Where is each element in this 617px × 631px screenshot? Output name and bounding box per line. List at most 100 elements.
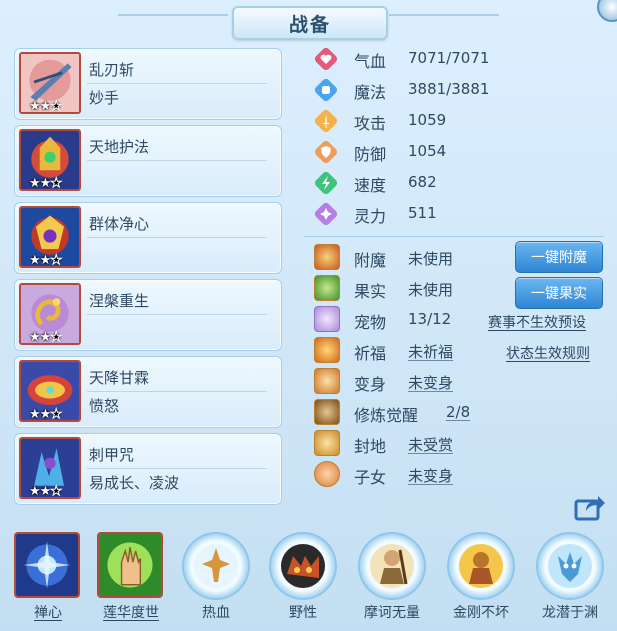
divider	[87, 468, 267, 469]
bottom-skill-slot[interactable]: 龙潜于渊	[532, 530, 608, 628]
slash-skill-icon: ★★★	[19, 52, 81, 114]
stat-label: 气血	[354, 52, 387, 71]
skill-name: 乱刃斩	[89, 61, 135, 79]
purify-skill-icon: ★★★	[19, 206, 81, 268]
dragon-icon	[538, 534, 602, 598]
stat-label: 防御	[354, 145, 387, 164]
stat-value: 7071/7071	[408, 49, 490, 67]
stat-value: 1059	[408, 111, 447, 129]
skill-stars: ★★★	[29, 253, 62, 268]
hot-blood-icon	[184, 534, 248, 598]
share-icon[interactable]	[574, 493, 606, 521]
divider	[87, 237, 267, 238]
bottom-skill-slot[interactable]: 金刚不坏	[443, 530, 519, 628]
bottom-skill-label: 莲华度世	[103, 605, 159, 621]
rules-link[interactable]: 状态生效规则	[506, 343, 590, 363]
attr-label: 修炼觉醒	[354, 406, 419, 425]
vajra-icon	[449, 534, 513, 598]
skill-sub: 妙手	[89, 89, 120, 107]
attr-value[interactable]: 未变身	[408, 372, 453, 393]
skill-card[interactable]: ★★★ 天地护法	[14, 125, 282, 197]
stat-row: 灵力 511	[310, 199, 600, 229]
skill-name: 群体净心	[89, 215, 150, 233]
title-bar: 战备	[0, 0, 617, 44]
attr-value[interactable]: 未祈福	[408, 341, 453, 362]
title-ornament-right	[389, 14, 499, 26]
wild-beast-icon	[271, 534, 335, 598]
divider	[87, 391, 267, 392]
stat-label: 灵力	[354, 207, 387, 226]
divider	[87, 314, 267, 315]
close-orb-icon[interactable]	[597, 0, 617, 22]
bottom-skill-slot[interactable]: 摩诃无量	[354, 530, 430, 628]
rain-skill-icon: ★★★	[19, 360, 81, 422]
stat-label: 魔法	[354, 83, 387, 102]
enchant-all-button[interactable]: 一键附魔	[515, 241, 603, 273]
sword-gem-icon	[314, 109, 338, 133]
skill-sub: 愤怒	[89, 397, 120, 415]
attr-row-children: 子女 未变身	[310, 460, 610, 490]
skill-card[interactable]: ★★★ 乱刃斩 妙手	[14, 48, 282, 120]
divider	[87, 83, 267, 84]
stat-row: 防御 1054	[310, 137, 600, 167]
attr-label: 子女	[354, 468, 387, 487]
blessing-icon	[314, 337, 340, 363]
bottom-skill-bar: 禅心 莲华度世 热血 野性 摩诃无量 金刚不坏 龙潜于渊	[0, 530, 617, 631]
skill-stars: ★★★	[29, 176, 62, 191]
mana-gem-icon	[314, 78, 338, 102]
awakening-icon	[314, 399, 340, 425]
skill-card[interactable]: ★★★ 天降甘霖 愤怒	[14, 356, 282, 428]
equipment-panel: 战备 ★★★ 乱刃斩 妙手 ★★★ 天地护法 ★★★ 群体净心 ★★★ 涅槃重生…	[0, 0, 617, 631]
attr-value: 未使用	[408, 281, 454, 299]
title-ornament-left	[118, 14, 228, 26]
skill-name: 刺甲咒	[89, 446, 135, 464]
attr-label: 变身	[354, 375, 387, 394]
stat-row: 攻击 1059	[310, 106, 600, 136]
attr-label: 果实	[354, 282, 387, 301]
stat-row: 气血 7071/7071	[310, 44, 600, 74]
attr-value: 13/12	[408, 310, 452, 328]
attr-label: 附魔	[354, 251, 387, 270]
children-icon	[314, 461, 340, 487]
bottom-skill-slot[interactable]: 禅心	[10, 530, 86, 628]
bottom-skill-slot[interactable]: 热血	[178, 530, 254, 628]
zen-heart-icon	[14, 532, 80, 598]
bottom-skill-label: 野性	[289, 605, 317, 621]
preset-link[interactable]: 赛事不生效预设	[488, 312, 586, 332]
bottom-skill-label: 禅心	[34, 605, 62, 621]
rebirth-skill-icon: ★★★	[19, 283, 81, 345]
attr-value[interactable]: 2/8	[446, 403, 470, 421]
speed-gem-icon	[314, 171, 338, 195]
skill-name: 天地护法	[89, 138, 150, 156]
bottom-skill-slot[interactable]: 莲华度世	[93, 530, 169, 628]
bottom-skill-label: 金刚不坏	[453, 605, 509, 621]
enchant-icon	[314, 244, 340, 270]
attr-value[interactable]: 未变身	[408, 465, 453, 486]
fief-icon	[314, 430, 340, 456]
attr-label: 宠物	[354, 313, 387, 332]
skill-stars: ★★★	[29, 407, 62, 422]
heart-gem-icon	[314, 47, 338, 71]
attr-value[interactable]: 未受赏	[408, 434, 453, 455]
stat-value: 1054	[408, 142, 447, 160]
skill-card[interactable]: ★★★ 刺甲咒 易成长、凌波	[14, 433, 282, 505]
fruit-icon	[314, 275, 340, 301]
bottom-skill-slot[interactable]: 野性	[265, 530, 341, 628]
stat-row: 魔法 3881/3881	[310, 75, 600, 105]
skill-name: 天降甘霖	[89, 369, 150, 387]
fruit-all-button[interactable]: 一键果实	[515, 277, 603, 309]
stat-value: 3881/3881	[408, 80, 490, 98]
skill-card[interactable]: ★★★ 群体净心	[14, 202, 282, 274]
thorn-skill-icon: ★★★	[19, 437, 81, 499]
skill-card[interactable]: ★★★ 涅槃重生	[14, 279, 282, 351]
attr-value: 未使用	[408, 250, 454, 268]
divider	[87, 160, 267, 161]
pet-icon	[314, 306, 340, 332]
bottom-skill-label: 龙潜于渊	[542, 605, 598, 621]
attr-label: 封地	[354, 437, 387, 456]
bottom-skill-label: 摩诃无量	[364, 605, 420, 621]
stat-row: 速度 682	[310, 168, 600, 198]
attr-row-awakening: 修炼觉醒 2/8	[310, 398, 610, 428]
guardian-skill-icon: ★★★	[19, 129, 81, 191]
skill-stars: ★★★	[29, 330, 62, 345]
